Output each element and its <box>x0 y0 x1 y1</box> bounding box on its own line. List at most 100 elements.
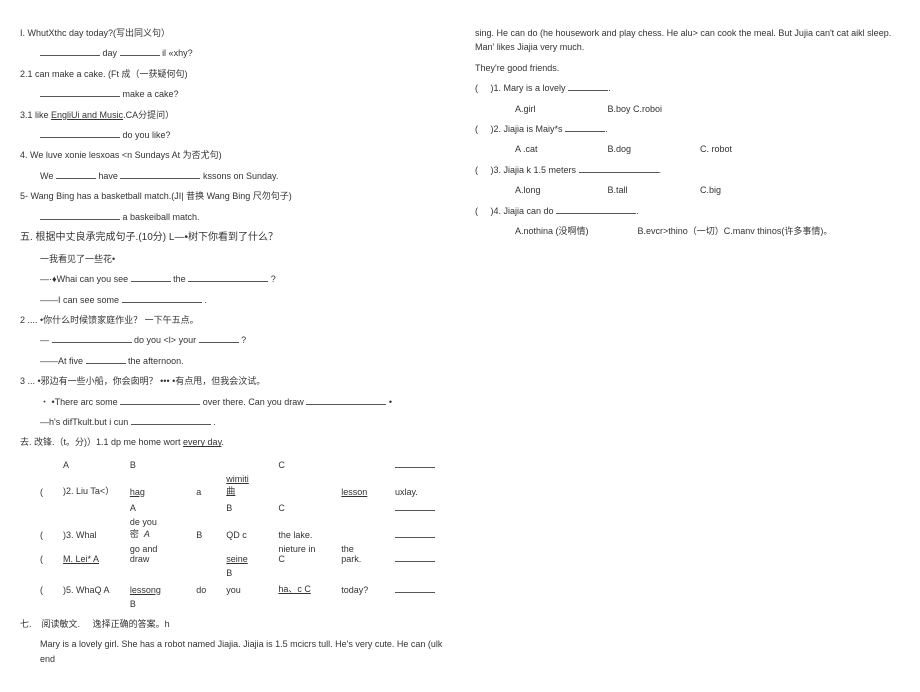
text: ——I can see some <box>40 295 119 305</box>
underlined: every day <box>183 437 221 447</box>
rq4-choices: A.nothina (没啊情) B.evcr>thino（一切）C.manv t… <box>475 224 900 238</box>
text: ——At five <box>40 356 83 366</box>
q2-line2: make a cake? <box>20 87 445 101</box>
blank <box>188 272 268 282</box>
text: kssons on Sunday. <box>203 171 278 181</box>
paren: ( <box>475 165 478 175</box>
text: the <box>173 274 186 284</box>
q1-blanks: day il «xhy? <box>20 46 445 60</box>
text: 去. 改锋.（t。分)）1.1 dp me home wort <box>20 437 183 447</box>
rq1-choices: A.girl B.boy C.roboi <box>475 102 900 116</box>
blank <box>86 354 126 364</box>
q1: I. WhutXthc day today?(写出同义句） <box>20 26 445 40</box>
text: ? <box>241 335 246 345</box>
blank <box>565 122 605 132</box>
blank <box>556 204 636 214</box>
rq3: ( )3. Jiajia k 1.5 meters . <box>475 163 900 177</box>
blank <box>131 415 211 425</box>
s5-2: 2 .... •你什么时候馈家庭作业？ 一下午五点。 <box>20 313 445 327</box>
blank <box>52 333 132 343</box>
table-row: ()3. Whalde you 密 ABQD cthe lake. <box>30 515 445 542</box>
passage-line1: Mary is a lovely girl. She has a robot n… <box>20 637 445 666</box>
sec7-t1: 阅读敏文. <box>42 619 81 629</box>
text: . <box>204 295 207 305</box>
blank <box>306 395 386 405</box>
choice-b: B.dog <box>608 142 698 156</box>
passage-line3: They're good friends. <box>475 61 900 75</box>
text: ・ •There arc some <box>40 397 118 407</box>
s5-2a: — do you <l> your ? <box>20 333 445 347</box>
choice-a: A.nothina (没啊情) <box>515 224 635 238</box>
text: do you <l> your <box>134 335 196 345</box>
text: over there. Can you draw <box>203 397 304 407</box>
table-row: ABC <box>30 456 445 472</box>
choice-a: A.long <box>515 183 605 197</box>
error-correction-table: ABC ()2. Liu Ta<）hagawimiti 曲lessonuxlay… <box>30 456 445 611</box>
q2: 2.1 can make a cake. (Ft 成（一获疑何句) <box>20 67 445 81</box>
rq2: ( )2. Jiajia is Maiy*s . <box>475 122 900 136</box>
paren: ( <box>475 206 478 216</box>
choice-c: C. robot <box>700 142 790 156</box>
text: )2. Jiajia is Maiy*s <box>491 124 563 134</box>
text: We <box>40 171 53 181</box>
blank <box>40 46 100 56</box>
rq1: ( )1. Mary is a lovely . <box>475 81 900 95</box>
choice-a: A .cat <box>515 142 605 156</box>
text: .CA分提问） <box>123 110 174 120</box>
text: )1. Mary is a lovely <box>491 83 566 93</box>
blank <box>122 293 202 303</box>
q4: 4. We luve xonie lesxoas <n Sundays At 为… <box>20 148 445 162</box>
blank <box>56 169 96 179</box>
choice-c: C.big <box>700 183 790 197</box>
text: a baskeiball match. <box>123 212 200 222</box>
choice-a: A.girl <box>515 102 605 116</box>
s5b: —·♦Whai can you see the ? <box>20 272 445 286</box>
text: — <box>40 335 49 345</box>
underlined: EngliUi and Music <box>51 110 123 120</box>
paren: ( <box>475 124 478 134</box>
text: )4. Jiajia can do <box>491 206 554 216</box>
rq3-choices: A.long B.tall C.big <box>475 183 900 197</box>
rq2-choices: A .cat B.dog C. robot <box>475 142 900 156</box>
choice-b: B.tall <box>608 183 698 197</box>
s5-3: 3 ... •邪边有一些小船，你会囱明？ ••• •有点甩，但我会汶试。 <box>20 374 445 388</box>
text: • <box>389 397 392 407</box>
right-column: sing. He can do (he housework and play c… <box>475 20 900 672</box>
text: make a cake? <box>123 89 179 99</box>
text: the afternoon. <box>128 356 184 366</box>
table-row: B <box>30 597 445 611</box>
s5c: ——I can see some . <box>20 293 445 307</box>
blank <box>568 81 608 91</box>
blank <box>120 46 160 56</box>
left-column: I. WhutXthc day today?(写出同义句） day il «xh… <box>20 20 445 672</box>
table-row: ()5. WhaQ Alessongdoyouha、c Ctoday? <box>30 580 445 597</box>
blank <box>579 163 659 173</box>
table-row: (M. Lei* Ago and drawseinenieture in Cth… <box>30 542 445 566</box>
text: ? <box>271 274 276 284</box>
text: il «xhy? <box>162 48 193 58</box>
passage-line2: sing. He can do (he housework and play c… <box>475 26 900 55</box>
blank <box>120 169 200 179</box>
text: 3.1 like <box>20 110 51 120</box>
text: —·♦Whai can you see <box>40 274 128 284</box>
text: —h's difTkult.but i cun <box>40 417 128 427</box>
text: day <box>103 48 118 58</box>
q5-line2: a baskeiball match. <box>20 210 445 224</box>
text: . <box>213 417 216 427</box>
blank <box>120 395 200 405</box>
table-row: ()2. Liu Ta<）hagawimiti 曲lessonuxlay. <box>30 472 445 499</box>
section5-title: 五. 根据中丈良承完成句子.(10分) L—•树下你看到了什么？ <box>20 230 445 246</box>
choice-bc: B.boy C.roboi <box>608 102 698 116</box>
s5-3a: ・ •There arc some over there. Can you dr… <box>20 395 445 409</box>
text: do you like? <box>123 130 171 140</box>
text: . <box>221 437 224 447</box>
s5-3b: —h's difTkult.but i cun . <box>20 415 445 429</box>
blank <box>40 87 120 97</box>
text: have <box>98 171 118 181</box>
q5: 5- Wang Bing has a basketball match.(JI|… <box>20 189 445 203</box>
blank <box>40 210 120 220</box>
s5a: 一我看见了一些花• <box>20 252 445 266</box>
s5-2b: ——At five the afternoon. <box>20 354 445 368</box>
section7: 七. 阅读敏文. 逸择正确的答案。h <box>20 617 445 631</box>
text: )3. Jiajia k 1.5 meters <box>491 165 577 175</box>
